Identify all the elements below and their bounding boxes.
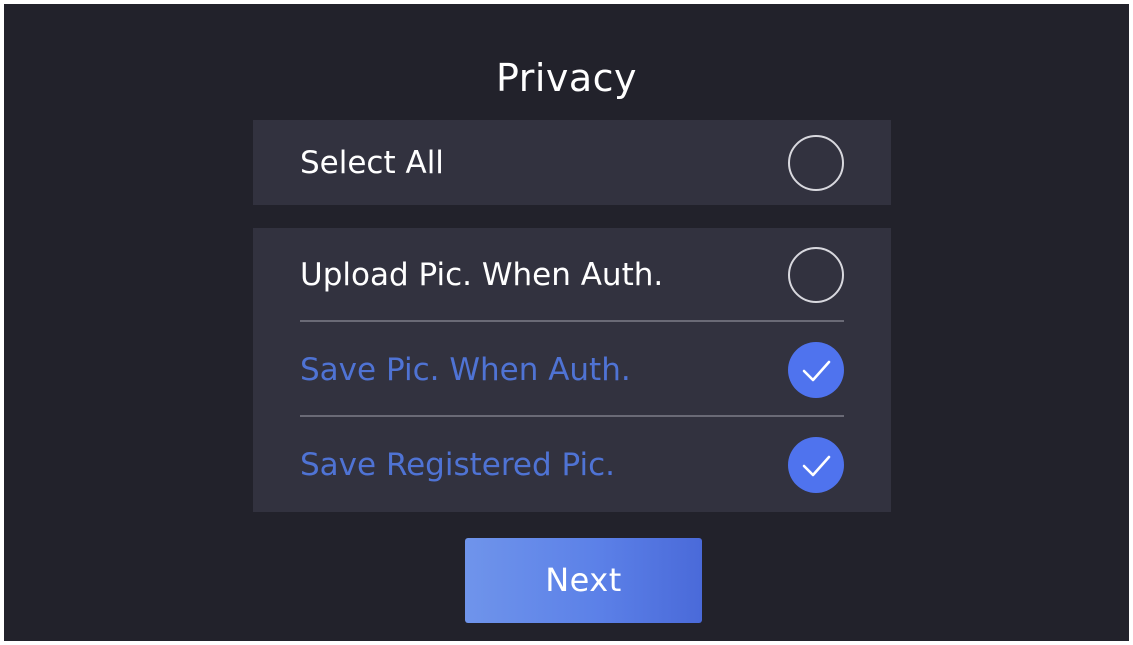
option-row-save-registered-pic[interactable]: Save Registered Pic. xyxy=(300,418,844,512)
select-all-row[interactable]: Select All xyxy=(300,116,844,210)
select-all-checkbox[interactable] xyxy=(788,135,844,191)
option-label-upload-pic: Upload Pic. When Auth. xyxy=(300,257,664,293)
checkmark-icon xyxy=(802,360,831,382)
checkmark-icon xyxy=(802,455,831,477)
select-all-panel: Select All xyxy=(253,120,891,205)
option-label-save-pic: Save Pic. When Auth. xyxy=(300,352,631,388)
option-row-upload-pic[interactable]: Upload Pic. When Auth. xyxy=(300,228,844,322)
option-checkbox-upload-pic[interactable] xyxy=(788,247,844,303)
next-button[interactable]: Next xyxy=(465,538,702,623)
select-all-label: Select All xyxy=(300,145,444,181)
page-title: Privacy xyxy=(495,56,638,100)
privacy-options-panel: Upload Pic. When Auth. Save Pic. When Au… xyxy=(253,228,891,512)
divider xyxy=(300,320,844,322)
option-row-save-pic[interactable]: Save Pic. When Auth. xyxy=(300,323,844,417)
option-checkbox-save-pic[interactable] xyxy=(788,342,844,398)
option-checkbox-save-registered-pic[interactable] xyxy=(788,437,844,493)
option-label-save-registered-pic: Save Registered Pic. xyxy=(300,447,616,483)
divider xyxy=(300,415,844,417)
